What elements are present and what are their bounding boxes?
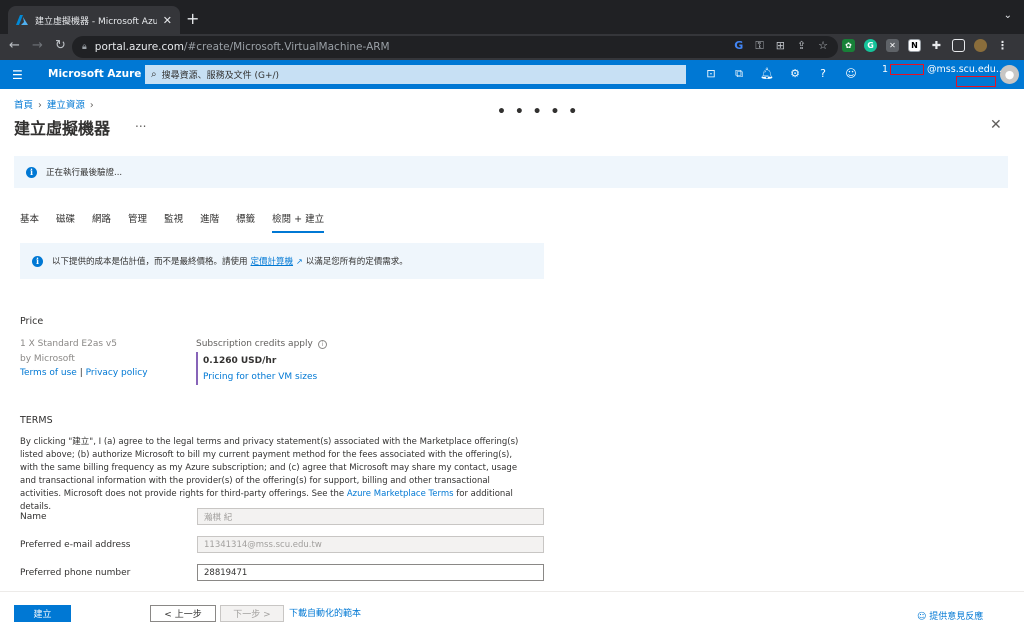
tab-networking[interactable]: 網路: [92, 211, 111, 233]
breadcrumb-create-resource[interactable]: 建立資源: [47, 100, 85, 111]
close-tab-icon[interactable]: ✕: [163, 14, 172, 27]
more-options-icon[interactable]: ...: [135, 116, 146, 130]
cost-estimate-note: i 以下提供的成本是估計值，而不是最終價格。請使用 定價計算機 ↗ 以滿足您所有…: [20, 243, 544, 279]
next-button: 下一步 >: [220, 605, 284, 622]
tab-review-create[interactable]: 檢閱 + 建立: [272, 211, 325, 233]
feedback-icon[interactable]: ☺: [844, 67, 858, 81]
key-icon[interactable]: ⚿: [755, 39, 763, 53]
terms-heading: TERMS: [20, 415, 53, 426]
price-value: 0.1260 USD/hr: [203, 356, 277, 366]
cost-note-text: 以下提供的成本是估計值，而不是最終價格。請使用: [52, 257, 248, 267]
phone-field[interactable]: [197, 564, 544, 581]
tab-management[interactable]: 管理: [128, 211, 147, 233]
other-vm-sizes-link[interactable]: Pricing for other VM sizes: [203, 372, 317, 382]
google-icon[interactable]: G: [734, 39, 743, 53]
kebab-menu-icon[interactable]: ⋮: [996, 39, 1009, 52]
validation-message: 正在執行最後驗證...: [46, 168, 123, 178]
cost-note-suffix: 以滿足您所有的定價需求。: [305, 257, 408, 267]
browser-tab-strip: 建立虛擬機器 - Microsoft Azure ✕ + ⌄: [0, 0, 1024, 34]
terms-text: By clicking "建立", I (a) agree to the leg…: [20, 437, 519, 512]
browser-tab-title: 建立虛擬機器 - Microsoft Azure: [35, 16, 157, 27]
azure-logo-icon: [16, 15, 28, 25]
extension-leaf-icon[interactable]: ✿: [842, 39, 855, 52]
url-text: portal.azure.com/#create/Microsoft.Virtu…: [94, 41, 390, 53]
help-icon[interactable]: ?: [816, 67, 830, 81]
browser-tab[interactable]: 建立虛擬機器 - Microsoft Azure ✕: [8, 6, 180, 34]
give-feedback-link[interactable]: ☺ 提供意見反應: [917, 609, 983, 622]
account-name[interactable]: 1 @mss.scu.edu...: [882, 64, 1005, 75]
loading-indicator: • • • • •: [497, 104, 580, 120]
avatar[interactable]: ●: [1000, 65, 1019, 84]
previous-button[interactable]: < 上一步: [150, 605, 216, 622]
page-title: 建立虛擬機器: [14, 119, 111, 138]
forward-arrow-icon[interactable]: →: [32, 38, 43, 53]
price-heading: Price: [20, 316, 44, 327]
wizard-tabs: 基本 磁碟 網路 管理 監視 進階 標籤 檢閱 + 建立: [20, 211, 341, 233]
info-icon: i: [26, 166, 37, 178]
tab-advanced[interactable]: 進階: [200, 211, 219, 233]
search-icon: ⌕: [151, 69, 157, 80]
directory-filter-icon[interactable]: ⧉: [732, 67, 746, 81]
name-label: Name: [20, 512, 47, 522]
tab-tags[interactable]: 標籤: [236, 211, 255, 233]
hamburger-menu-icon[interactable]: ☰: [12, 68, 23, 82]
azure-header: ☰ Microsoft Azure ⌕ 搜尋資源、服務及文件 (G+/) ⊡ ⧉…: [0, 60, 1024, 89]
terms-of-use-link[interactable]: Terms of use: [20, 368, 77, 378]
feedback-icon: ☺: [917, 612, 930, 622]
download-template-link[interactable]: 下載自動化的範本: [289, 606, 361, 619]
notion-icon[interactable]: N: [908, 39, 921, 52]
tab-disks[interactable]: 磁碟: [56, 211, 75, 233]
profile-avatar-icon[interactable]: [974, 39, 987, 52]
info-icon: i: [32, 255, 43, 267]
vm-links: Terms of use | Privacy policy: [20, 368, 148, 378]
subscription-credits: Subscription credits apply i: [196, 339, 327, 349]
close-icon[interactable]: ✕: [990, 117, 1002, 133]
azure-brand[interactable]: Microsoft Azure: [48, 68, 141, 80]
reload-icon[interactable]: ↻: [55, 38, 66, 53]
lock-icon: 🔒︎: [82, 42, 87, 52]
search-placeholder: 搜尋資源、服務及文件 (G+/): [161, 71, 280, 81]
create-button[interactable]: 建立: [14, 605, 71, 622]
redaction-box-tenant: [956, 76, 996, 87]
external-link-icon: ↗: [296, 256, 303, 266]
sidepanel-icon[interactable]: [952, 39, 965, 52]
price-accent-bar: [196, 352, 198, 385]
new-tab-icon[interactable]: +: [186, 9, 199, 28]
name-field: [197, 508, 544, 525]
email-label: Preferred e-mail address: [20, 540, 131, 550]
bell-icon[interactable]: 🔔︎: [760, 67, 774, 81]
browser-toolbar: ← → ↻ 🔒︎ portal.azure.com/#create/Micros…: [0, 34, 1024, 60]
star-icon[interactable]: ☆: [818, 39, 828, 53]
info-circle-icon[interactable]: i: [317, 340, 327, 349]
address-bar[interactable]: 🔒︎ portal.azure.com/#create/Microsoft.Vi…: [72, 36, 838, 58]
breadcrumb-home[interactable]: 首頁: [14, 100, 33, 111]
redaction-box: [890, 64, 925, 75]
chevron-down-icon[interactable]: ⌄: [1004, 10, 1012, 21]
validation-banner: i 正在執行最後驗證...: [14, 156, 1008, 188]
tab-basics[interactable]: 基本: [20, 211, 39, 233]
cloud-shell-icon[interactable]: ⊡: [704, 67, 718, 81]
privacy-policy-link[interactable]: Privacy policy: [86, 368, 148, 378]
back-arrow-icon[interactable]: ←: [9, 38, 20, 53]
gear-icon[interactable]: ⚙: [788, 67, 802, 81]
vm-size-name: 1 X Standard E2as v5: [20, 339, 117, 349]
extension-x-icon[interactable]: ✕: [886, 39, 899, 52]
global-search-input[interactable]: ⌕ 搜尋資源、服務及文件 (G+/): [145, 65, 686, 84]
grammarly-icon[interactable]: G: [864, 39, 877, 52]
marketplace-terms-link[interactable]: Azure Marketplace Terms: [347, 489, 454, 499]
breadcrumb: 首頁 › 建立資源 ›: [14, 100, 94, 111]
share-icon[interactable]: ⇪: [797, 39, 806, 53]
phone-label: Preferred phone number: [20, 568, 131, 578]
tab-monitoring[interactable]: 監視: [164, 211, 183, 233]
pricing-calculator-link[interactable]: 定價計算機: [251, 255, 294, 267]
email-field: [197, 536, 544, 553]
translate-icon[interactable]: ⊞: [776, 39, 785, 53]
vm-publisher: by Microsoft: [20, 354, 75, 364]
puzzle-icon[interactable]: ✚: [930, 39, 943, 52]
